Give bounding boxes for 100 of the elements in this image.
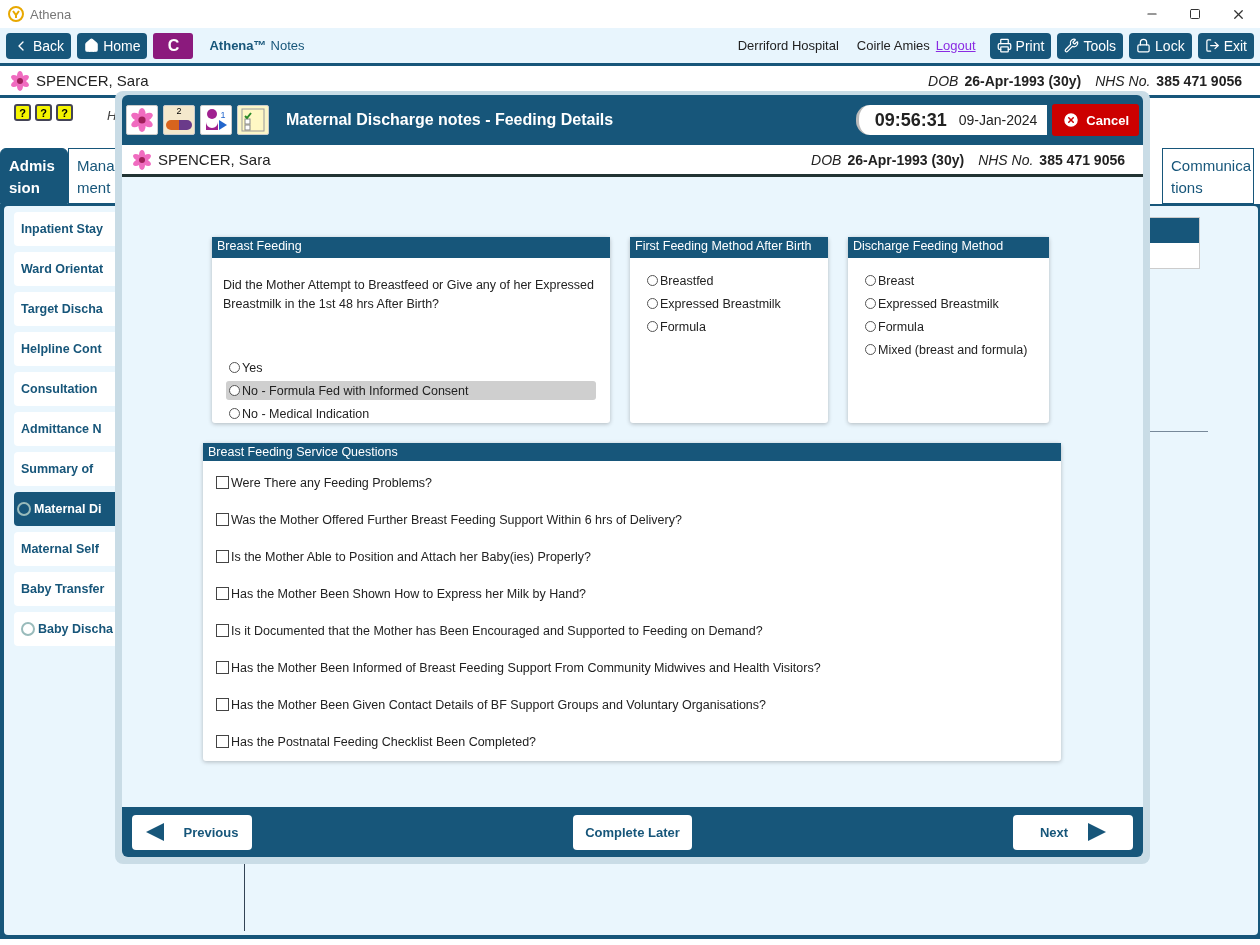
complete-later-button[interactable]: Complete Later <box>573 814 692 850</box>
radio-icon[interactable] <box>229 408 240 419</box>
hospital-name: Derriford Hospital <box>737 38 839 53</box>
panel-title: First Feeding Method After Birth <box>630 237 828 258</box>
tools-button[interactable]: Tools <box>1057 32 1124 59</box>
pill-icon <box>166 120 192 130</box>
radio-option[interactable]: Yes <box>226 358 596 377</box>
nhs-value: 385 471 9056 <box>1156 72 1242 89</box>
app-subtitle: Notes <box>270 38 305 53</box>
logout-link[interactable]: Logout <box>935 38 976 53</box>
user-name: Coirle Amies <box>856 38 930 53</box>
play-icon <box>219 120 227 130</box>
app-logo-icon <box>8 6 24 22</box>
radio-icon[interactable] <box>647 275 658 286</box>
right-triangle-icon <box>1088 823 1107 841</box>
maximize-icon[interactable] <box>1189 8 1201 20</box>
radio-option[interactable]: Formula <box>644 317 815 336</box>
checklist-icon <box>241 108 265 132</box>
window-title: Athena <box>30 6 72 22</box>
checkbox-label: Was the Mother Offered Further Breast Feeding Support Within 6 hrs of Delivery? <box>231 512 682 527</box>
radio-icon[interactable] <box>647 298 658 309</box>
cancel-icon <box>1062 111 1081 129</box>
dialog-title: Maternal Discharge notes - Feeding Details <box>286 111 614 129</box>
checkbox[interactable] <box>216 587 229 600</box>
radio-icon[interactable] <box>229 362 240 373</box>
medication-count: 2 <box>176 106 182 116</box>
dob-label: DOB <box>811 151 842 168</box>
home-button[interactable]: Home <box>77 32 148 59</box>
radio-option[interactable]: Expressed Breastmilk <box>862 294 1036 313</box>
lock-icon <box>1136 38 1152 53</box>
exit-button[interactable]: Exit <box>1197 32 1254 59</box>
wrench-icon <box>1064 38 1080 53</box>
checkbox[interactable] <box>216 698 229 711</box>
previous-button[interactable]: Previous <box>132 814 252 850</box>
dob-value: 26-Apr-1993 (30y) <box>847 151 965 168</box>
checkbox[interactable] <box>216 513 229 526</box>
alert-icon[interactable]: ? <box>14 104 31 121</box>
checkbox-label: Has the Mother Been Given Contact Details of BF Support Groups and Voluntary Organisations? <box>231 697 766 712</box>
flower-icon <box>130 108 154 132</box>
radio-option[interactable]: No - Formula Fed with Informed Consent <box>226 381 596 400</box>
radio-option[interactable]: Formula <box>862 317 1036 336</box>
patient-name: SPENCER, Sara <box>36 72 149 89</box>
patient-flower-button[interactable] <box>126 105 158 135</box>
radio-icon[interactable] <box>865 344 876 355</box>
lock-button[interactable]: Lock <box>1129 32 1192 59</box>
radio-icon[interactable] <box>865 298 876 309</box>
medication-button[interactable]: 2 <box>163 105 195 135</box>
current-date: 09-Jan-2024 <box>958 112 1038 128</box>
nhs-value: 385 471 9056 <box>1039 151 1125 168</box>
radio-option[interactable]: Expressed Breastmilk <box>644 294 815 313</box>
checkbox-label: Has the Mother Been Shown How to Express her Milk by Hand? <box>231 586 587 601</box>
mother-icon <box>205 108 219 132</box>
cancel-button[interactable]: Cancel <box>1052 104 1139 136</box>
checkbox[interactable] <box>216 735 229 748</box>
question-text: Did the Mother Attempt to Breastfeed or Give any of her Expressed Breastmilk in the 1st 48 hrs After Birth? <box>222 276 596 313</box>
print-button[interactable]: Print <box>989 32 1052 59</box>
app-name: Athena™ <box>209 38 267 53</box>
radio-option[interactable]: Mixed (breast and formula) <box>862 340 1036 359</box>
current-time: 09:56:31 <box>874 109 947 131</box>
patient-name: SPENCER, Sara <box>158 151 271 168</box>
nhs-label: NHS No. <box>978 151 1034 168</box>
back-button[interactable]: Back <box>6 32 72 59</box>
radio-icon[interactable] <box>865 321 876 332</box>
dob-label: DOB <box>928 72 959 89</box>
radio-icon[interactable] <box>647 321 658 332</box>
panel-title: Discharge Feeding Method <box>848 237 1049 258</box>
module-badge[interactable]: C <box>153 32 194 59</box>
checkbox-label: Were There any Feeding Problems? <box>231 475 433 490</box>
checkbox[interactable] <box>216 550 229 563</box>
radio-option[interactable]: Breast <box>862 271 1036 290</box>
radio-icon[interactable] <box>865 275 876 286</box>
left-triangle-icon <box>145 823 164 841</box>
status-ring-icon <box>21 622 35 636</box>
section-tab[interactable]: Communica tions <box>1162 148 1254 204</box>
panel-title: Breast Feeding Service Questions <box>203 443 1061 461</box>
baby-count: 1 <box>220 110 226 120</box>
baby-button[interactable]: 1 <box>200 105 232 135</box>
checkbox[interactable] <box>216 661 229 674</box>
printer-icon <box>996 38 1012 53</box>
radio-icon[interactable] <box>229 385 240 396</box>
alert-icon[interactable]: ? <box>35 104 52 121</box>
nhs-label: NHS No. <box>1095 72 1151 89</box>
checkbox[interactable] <box>216 624 229 637</box>
panel-title: Breast Feeding <box>212 237 610 258</box>
flower-icon <box>132 149 152 170</box>
checkbox-label: Is it Documented that the Mother has Been Encouraged and Supported to Feeding on Demand? <box>231 623 763 638</box>
alert-icon[interactable]: ? <box>56 104 73 121</box>
radio-option[interactable]: No - Medical Indication <box>226 404 596 423</box>
checkbox-label: Has the Postnatal Feeding Checklist Been Completed? <box>231 734 537 749</box>
exit-icon <box>1204 38 1220 53</box>
radio-option[interactable]: Breastfed <box>644 271 815 290</box>
section-tab[interactable]: Admis sion <box>0 148 68 204</box>
next-button[interactable]: Next <box>1013 814 1133 850</box>
home-icon <box>84 38 100 53</box>
status-ring-icon <box>17 502 31 516</box>
checkbox[interactable] <box>216 476 229 489</box>
checkbox-label: Has the Mother Been Informed of Breast Feeding Support From Community Midwives and Health Visitors? <box>231 660 821 675</box>
flower-icon <box>10 70 30 91</box>
dob-value: 26-Apr-1993 (30y) <box>964 72 1082 89</box>
checkbox-label: Is the Mother Able to Position and Attach her Baby(ies) Properly? <box>231 549 591 564</box>
